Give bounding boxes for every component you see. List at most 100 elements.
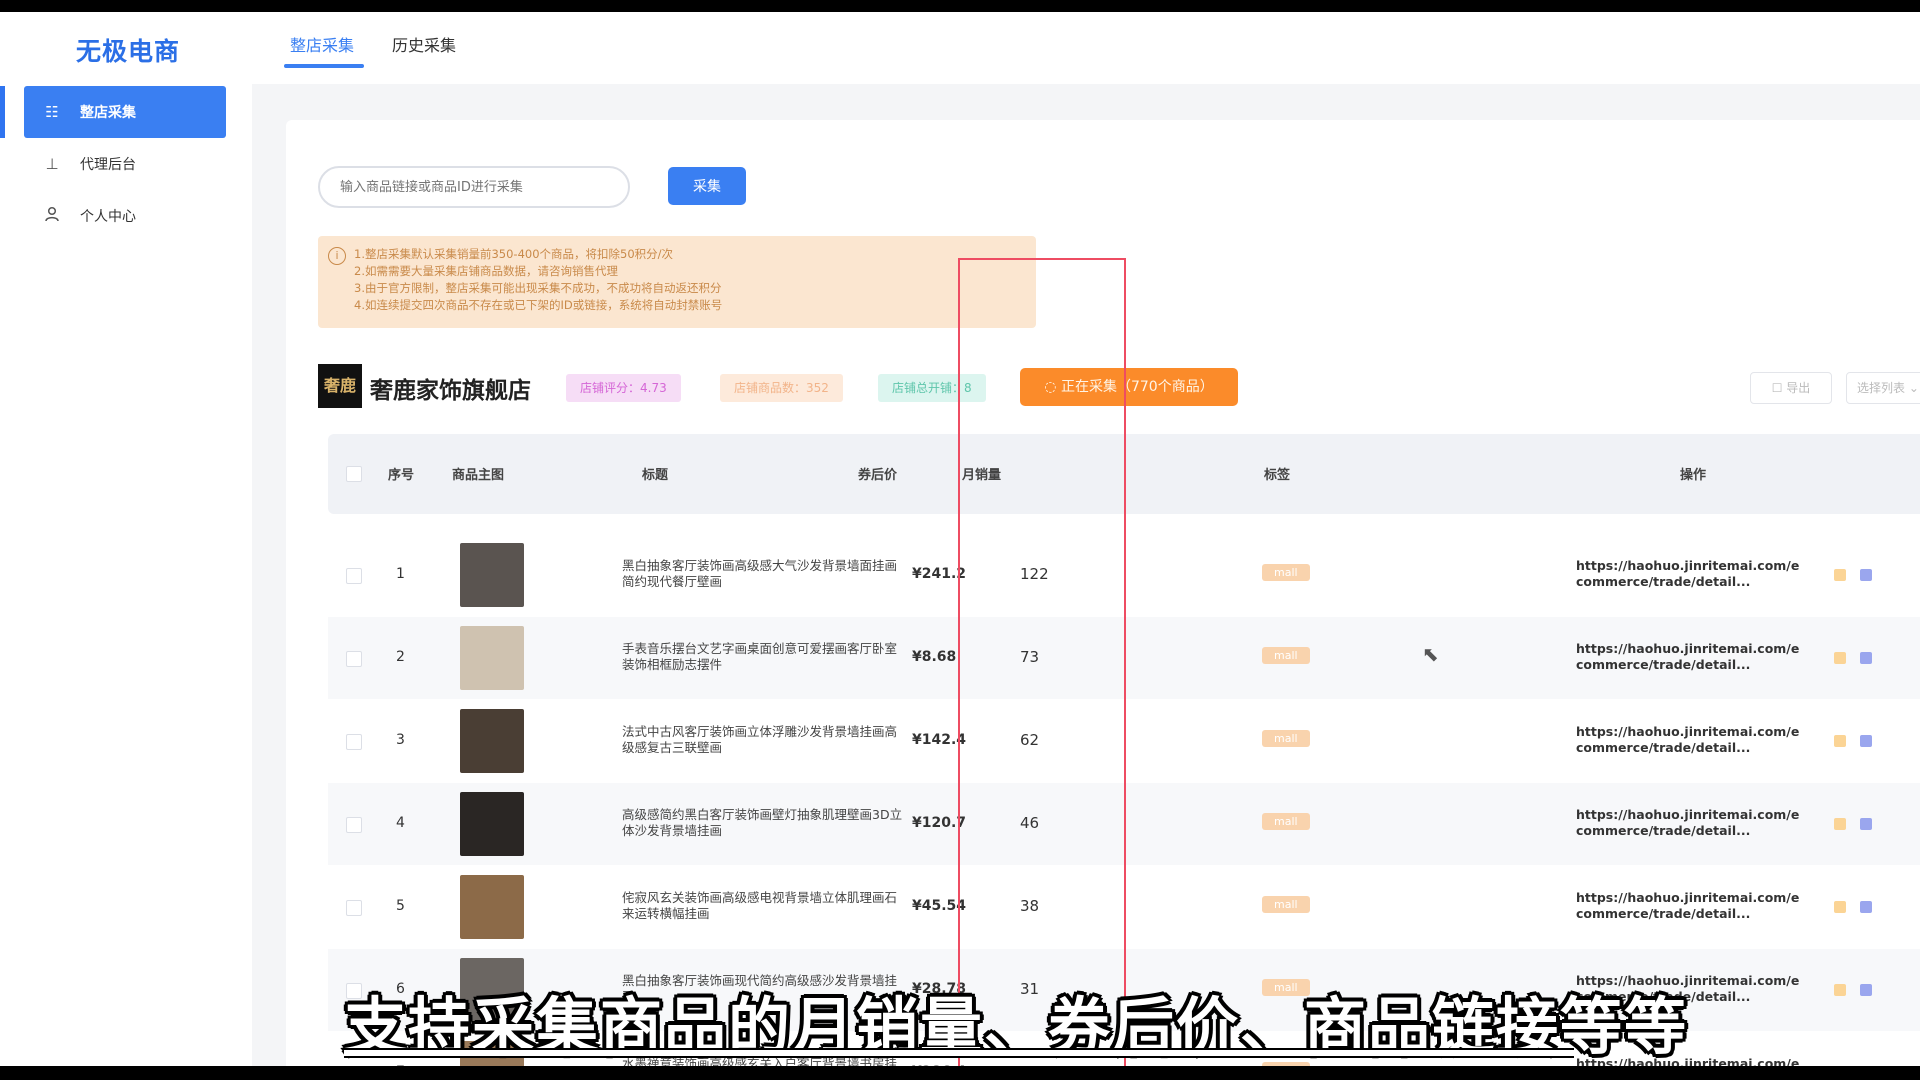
- copy-icon[interactable]: [1834, 901, 1846, 913]
- main-card: 采集 i 1.整店采集默认采集销量前350-400个商品，将扣除50积分/次 2…: [286, 120, 1920, 1066]
- user-icon: [42, 206, 62, 226]
- subtitle-underline: [344, 1048, 1574, 1058]
- header-tags: 标签: [1264, 468, 1291, 483]
- product-monthly-sales: 62: [1020, 731, 1040, 749]
- export-button[interactable]: ☐ 导出: [1750, 372, 1832, 404]
- delete-icon[interactable]: [1860, 818, 1872, 830]
- notice-line: 1.整店采集默认采集销量前350-400个商品，将扣除50积分/次: [354, 247, 674, 261]
- row-index: 5: [396, 898, 405, 914]
- notice-line: 3.由于官方限制，整店采集可能出现采集不成功，不成功将自动返还积分: [354, 281, 722, 295]
- edit-icon: ☐: [1771, 381, 1787, 395]
- product-monthly-sales: 38: [1020, 897, 1040, 915]
- info-icon: i: [328, 247, 346, 265]
- copy-icon[interactable]: [1834, 984, 1846, 996]
- grid-list-icon: ☷: [45, 103, 59, 121]
- copy-icon[interactable]: [1834, 818, 1846, 830]
- product-thumbnail[interactable]: [460, 543, 524, 607]
- product-tag: mall: [1262, 896, 1310, 913]
- delete-icon[interactable]: [1860, 901, 1872, 913]
- product-title: 法式中古风客厅装饰画立体浮雕沙发背景墙挂画高级感复古三联壁画: [622, 724, 898, 755]
- product-thumbnail[interactable]: [460, 875, 524, 939]
- shop-open-badge: 店铺总开铺：8: [878, 374, 986, 402]
- table-row: 1 黑白抽象客厅装饰画高级感大气沙发背景墙面挂画简约现代餐厅壁画 ¥241.2 122…: [328, 534, 1920, 616]
- product-title: 高级感简约黑白客厅装饰画壁灯抽象肌理壁画3D立体沙发背景墙挂画: [622, 807, 903, 838]
- product-link[interactable]: https://haohuo.jinritemai.com/ecommerce/…: [1576, 807, 1800, 841]
- notice-line: 2.如需需要大量采集店铺商品数据，请咨询销售代理: [354, 264, 618, 278]
- product-tag: mall: [1262, 647, 1310, 664]
- row-checkbox[interactable]: [346, 734, 362, 750]
- delete-icon[interactable]: [1860, 735, 1872, 747]
- collect-progress-label: 正在采集（770个商品）: [1060, 379, 1214, 395]
- product-tag: mall: [1262, 813, 1310, 830]
- row-checkbox[interactable]: [346, 651, 362, 667]
- product-link[interactable]: https://haohuo.jinritemai.com/ecommerce/…: [1576, 558, 1800, 592]
- copy-icon[interactable]: [1834, 652, 1846, 664]
- copy-icon[interactable]: [1834, 735, 1846, 747]
- row-index: 4: [396, 815, 405, 831]
- person-desk-icon: ⊥: [45, 155, 59, 173]
- copy-icon[interactable]: [1834, 569, 1846, 581]
- row-index: 3: [396, 732, 405, 748]
- header-price: 券后价: [858, 468, 898, 483]
- row-checkbox[interactable]: [346, 900, 362, 916]
- shop-product-count-badge: 店铺商品数：352: [720, 374, 843, 402]
- product-tag: mall: [1262, 564, 1310, 581]
- sidebar-item-label: 代理后台: [80, 157, 136, 173]
- product-monthly-sales: 122: [1020, 565, 1049, 583]
- sidebar-item-label: 个人中心: [80, 209, 136, 225]
- sidebar-item-shop-collect[interactable]: ☷ 整店采集: [24, 86, 226, 138]
- row-checkbox[interactable]: [346, 568, 362, 584]
- product-price: ¥8.68: [912, 649, 957, 665]
- product-price: ¥241.2: [912, 566, 967, 582]
- notice-box: i 1.整店采集默认采集销量前350-400个商品，将扣除50积分/次 2.如需…: [318, 236, 1036, 328]
- app-frame: 无极电商 ☷ 整店采集 ⊥ 代理后台 个人中心 整店采集 历史采集 采集 i 1…: [0, 12, 1920, 1066]
- collect-button[interactable]: 采集: [668, 167, 746, 205]
- product-link[interactable]: https://haohuo.jinritemai.com/ecommerce/…: [1576, 890, 1800, 924]
- tab-history-collect[interactable]: 历史采集: [392, 32, 456, 56]
- export-button-label: 导出: [1786, 381, 1811, 395]
- shop-rating-badge: 店铺评分：4.73: [566, 374, 681, 402]
- mouse-cursor-icon: ⬉: [1422, 642, 1439, 666]
- header-image: 商品主图: [452, 468, 505, 483]
- product-thumbnail[interactable]: [460, 626, 524, 690]
- row-index: 2: [396, 649, 405, 665]
- delete-icon[interactable]: [1860, 984, 1872, 996]
- notice-line: 4.如连续提交四次商品不存在或已下架的ID或链接，系统将自动封禁账号: [354, 298, 723, 312]
- row-index: 1: [396, 566, 405, 582]
- header-actions: 操作: [1680, 468, 1707, 483]
- product-title: 侘寂风玄关装饰画高级感电视背景墙立体肌理画石来运转横幅挂画: [622, 890, 898, 921]
- tab-shop-collect[interactable]: 整店采集: [290, 32, 354, 56]
- product-monthly-sales: 73: [1020, 648, 1040, 666]
- chevron-down-icon: ⌄: [1908, 381, 1919, 395]
- search-input[interactable]: [318, 166, 630, 208]
- list-select-label: 选择列表: [1857, 381, 1906, 395]
- sidebar-item-agent-backend[interactable]: ⊥ 代理后台: [24, 138, 226, 190]
- shop-name: 奢鹿家饰旗舰店: [370, 378, 531, 404]
- sidebar-item-personal-center[interactable]: 个人中心: [24, 190, 226, 242]
- loading-icon: ◌: [1044, 379, 1061, 395]
- header-index: 序号: [388, 468, 415, 483]
- product-price: ¥120.7: [912, 815, 967, 831]
- list-select-dropdown[interactable]: 选择列表 ⌄: [1846, 372, 1920, 404]
- header-title: 标题: [642, 468, 669, 483]
- collect-progress-button[interactable]: ◌ 正在采集（770个商品）: [1020, 368, 1238, 406]
- tab-active-underline: [284, 64, 364, 68]
- shop-logo: 奢鹿: [318, 364, 362, 408]
- table-row: 2 手表音乐摆台文艺字画桌面创意可爱摆画客厅卧室装饰相框励志摆件 ¥8.68 73 ma…: [328, 617, 1920, 699]
- delete-icon[interactable]: [1860, 652, 1872, 664]
- row-checkbox[interactable]: [346, 817, 362, 833]
- product-link[interactable]: https://haohuo.jinritemai.com/ecommerce/…: [1576, 641, 1800, 675]
- delete-icon[interactable]: [1860, 569, 1872, 581]
- table-row: 3 法式中古风客厅装饰画立体浮雕沙发背景墙挂画高级感复古三联壁画 ¥142.4 62 m…: [328, 700, 1920, 782]
- table-header: 序号 商品主图 标题 券后价 月销量 标签 操作: [328, 434, 1920, 514]
- product-price: ¥142.4: [912, 732, 967, 748]
- product-thumbnail[interactable]: [460, 709, 524, 773]
- sidebar: 无极电商 ☷ 整店采集 ⊥ 代理后台 个人中心: [0, 12, 252, 1066]
- product-price: ¥45.54: [912, 898, 967, 914]
- product-thumbnail[interactable]: [460, 792, 524, 856]
- app-logo: 无极电商: [76, 37, 181, 66]
- product-link[interactable]: https://haohuo.jinritemai.com/ecommerce/…: [1576, 724, 1800, 758]
- table-row: 5 侘寂风玄关装饰画高级感电视背景墙立体肌理画石来运转横幅挂画 ¥45.54 38 ma…: [328, 866, 1920, 948]
- select-all-checkbox[interactable]: [346, 466, 362, 482]
- sidebar-item-label: 整店采集: [80, 105, 136, 121]
